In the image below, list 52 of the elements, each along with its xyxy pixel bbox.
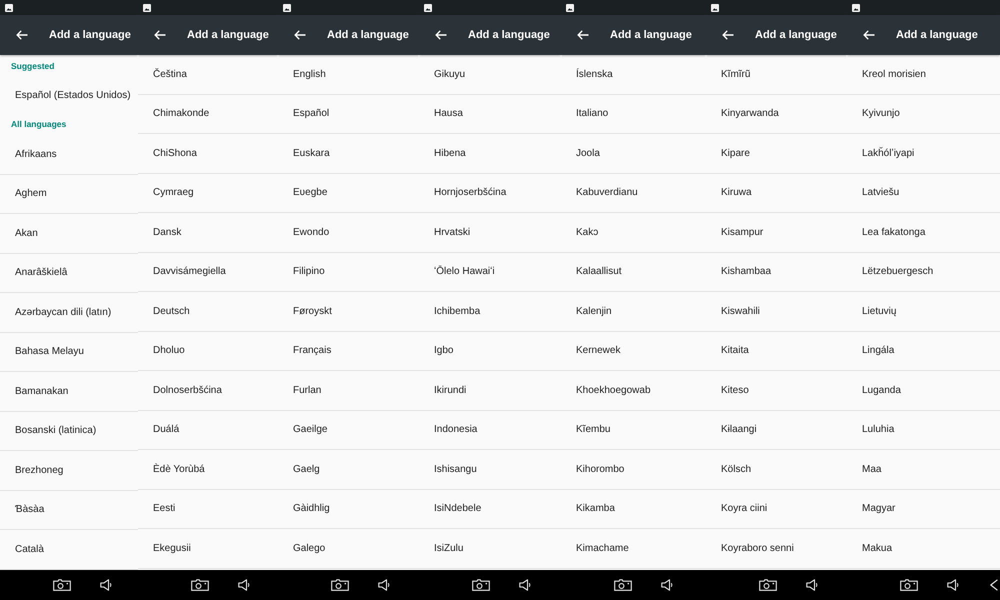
section-header: Suggested (10, 60, 56, 73)
language-item[interactable]: Kreol morisien (847, 55, 1000, 94)
image-icon (283, 4, 291, 12)
back-arrow-icon[interactable] (16, 30, 28, 40)
app-bar-title: Add a language (49, 29, 131, 41)
back-arrow-icon[interactable] (577, 30, 589, 40)
language-item[interactable]: Makua (847, 529, 1000, 568)
language-item[interactable]: Lingála (847, 332, 1000, 371)
speaker-icon[interactable] (519, 579, 531, 591)
image-icon (566, 4, 574, 12)
language-item[interactable]: Magyar (847, 490, 1000, 529)
language-item[interactable]: Luganda (847, 371, 1000, 410)
app-bar-title: Add a language (896, 29, 978, 41)
app-bar-title: Add a language (468, 29, 550, 41)
back-arrow-icon[interactable] (154, 30, 166, 40)
back-arrow-icon[interactable] (294, 30, 306, 40)
speaker-icon[interactable] (238, 579, 250, 591)
language-item[interactable]: Kyivunjo (847, 94, 1000, 134)
app-bar-title: Add a language (755, 29, 837, 41)
back-arrow-icon[interactable] (863, 30, 875, 40)
camera-icon[interactable] (53, 579, 71, 591)
speaker-icon[interactable] (947, 579, 959, 591)
language-item[interactable]: Latviešu (847, 174, 1000, 213)
speaker-icon[interactable] (378, 579, 390, 591)
speaker-icon[interactable] (661, 579, 673, 591)
camera-icon[interactable] (472, 579, 490, 591)
app-bar-title: Add a language (187, 29, 269, 41)
camera-icon[interactable] (191, 579, 209, 591)
image-icon (424, 4, 432, 12)
camera-icon[interactable] (614, 579, 632, 591)
section-header: All languages (10, 118, 68, 131)
app-bar-title: Add a language (327, 29, 409, 41)
language-item[interactable]: Español (Estados Unidos) (0, 77, 138, 113)
camera-icon[interactable] (331, 579, 349, 591)
language-item[interactable]: Maa (847, 450, 1000, 490)
back-arrow-icon[interactable] (435, 30, 447, 40)
image-icon (852, 4, 860, 12)
language-item[interactable]: Lea fakatonga (847, 213, 1000, 252)
camera-icon[interactable] (759, 579, 777, 591)
back-arrow-icon[interactable] (722, 30, 734, 40)
back-icon[interactable] (990, 579, 998, 591)
language-item[interactable]: Luluhia (847, 410, 1000, 450)
speaker-icon[interactable] (806, 579, 818, 591)
image-icon (143, 4, 151, 12)
language-item[interactable]: Lakȟólʼiyapi (847, 134, 1000, 174)
image-icon (5, 4, 13, 12)
camera-icon[interactable] (900, 579, 918, 591)
language-item[interactable]: Lëtzebuergesch (847, 252, 1000, 292)
image-icon (711, 4, 719, 12)
app-bar-title: Add a language (610, 29, 692, 41)
speaker-icon[interactable] (100, 579, 112, 591)
language-item[interactable]: Lietuvių (847, 292, 1000, 332)
